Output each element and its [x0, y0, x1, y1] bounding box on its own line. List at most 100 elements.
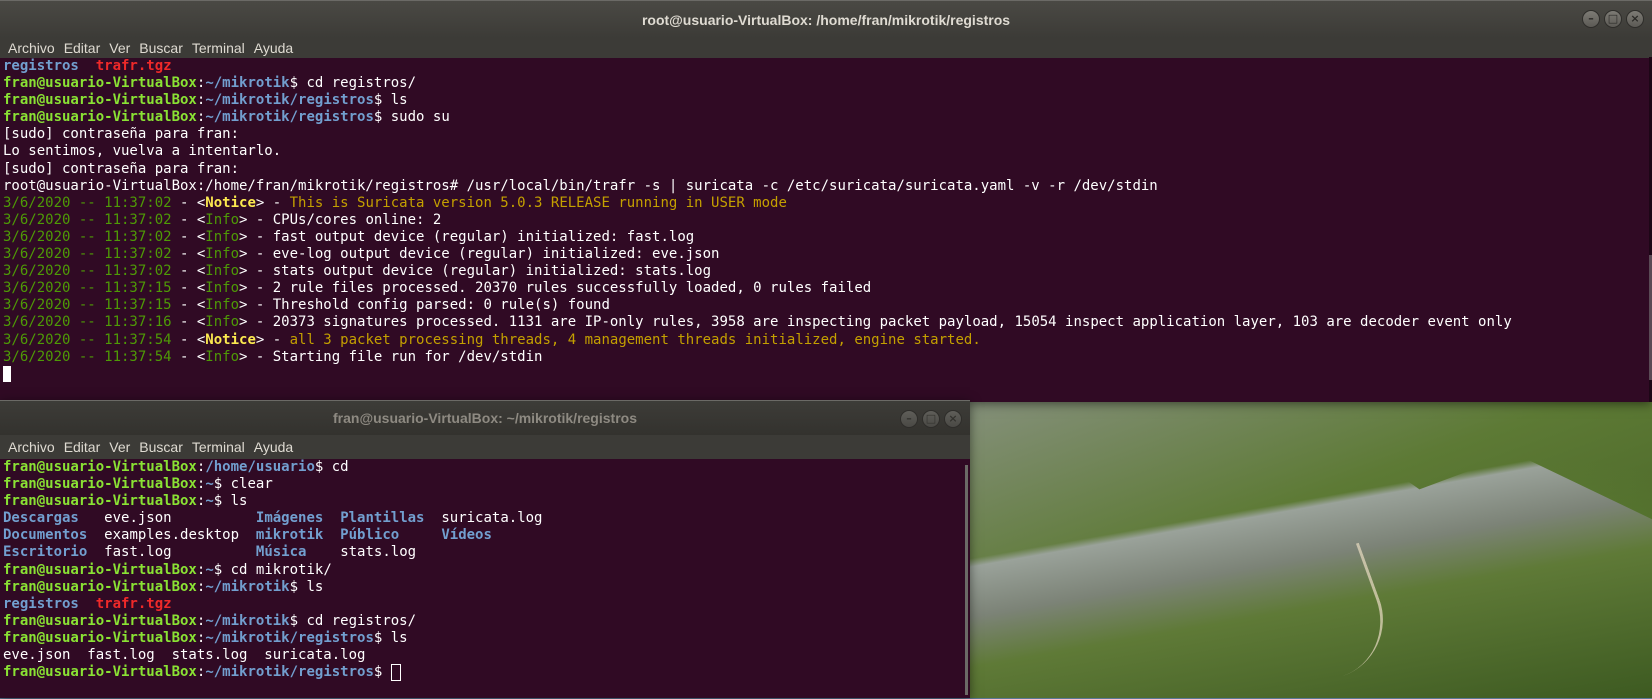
- terminal-window-root[interactable]: root@usuario-VirtualBox: /home/fran/mikr…: [0, 0, 1652, 402]
- log-level: Info: [205, 280, 240, 297]
- log-level: Notice: [205, 194, 256, 211]
- terminal-output[interactable]: fran@usuario-VirtualBox:/home/usuario$ c…: [0, 459, 970, 699]
- log-level: Info: [205, 211, 240, 228]
- prompt-user: fran@usuario-VirtualBox: [3, 493, 197, 510]
- file-entry: fast.log: [104, 544, 172, 561]
- directory-entry: registros: [3, 595, 79, 612]
- terminal-line: 3/6/2020 -- 11:37:16 - <Info> - 20373 si…: [3, 314, 1512, 331]
- menu-editar[interactable]: Editar: [64, 439, 107, 455]
- command-text: $ ls: [373, 629, 408, 646]
- log-timestamp: 3/6/2020 -- 11:37:02: [3, 263, 172, 280]
- log-timestamp: 3/6/2020 -- 11:37:54: [3, 348, 172, 365]
- menu-ver[interactable]: Ver: [109, 40, 136, 56]
- output-text: [sudo] contraseña para fran:: [3, 160, 240, 177]
- terminal-line: 3/6/2020 -- 11:37:02 - <Info> - eve-log …: [3, 246, 720, 263]
- close-button[interactable]: ×: [944, 410, 962, 428]
- terminal-line: Lo sentimos, vuelva a intentarlo.: [3, 143, 1649, 160]
- text-cursor: [390, 664, 401, 682]
- file-entry: stats.log: [340, 544, 417, 561]
- command-text: $ sudo su: [373, 109, 450, 126]
- directory-entry: Público: [340, 527, 400, 544]
- log-message: 2 rule files processed. 20370 rules succ…: [272, 280, 872, 297]
- directory-entry: mikrotik: [255, 527, 324, 544]
- menubar: Archivo Editar Ver Buscar Terminal Ayuda: [0, 38, 1652, 58]
- directory-entry: Imágenes: [255, 510, 324, 527]
- menu-buscar[interactable]: Buscar: [139, 439, 189, 455]
- menu-ver[interactable]: Ver: [109, 439, 136, 455]
- maximize-button[interactable]: □: [1604, 10, 1622, 28]
- archive-entry: trafr.tgz: [95, 58, 172, 74]
- log-level: Notice: [205, 331, 256, 348]
- prompt-path: ~: [205, 561, 214, 578]
- log-message: Threshold config parsed: 0 rule(s) found: [272, 297, 610, 314]
- file-entry: examples.desktop: [104, 527, 240, 544]
- command-text: $ cd registros/: [289, 612, 417, 629]
- minimize-button[interactable]: –: [1582, 10, 1600, 28]
- titlebar[interactable]: fran@usuario-VirtualBox: ~/mikrotik/regi…: [0, 400, 970, 435]
- log-timestamp: 3/6/2020 -- 11:37:02: [3, 228, 172, 245]
- directory-entry: Vídeos: [441, 527, 492, 544]
- maximize-button[interactable]: □: [922, 410, 940, 428]
- menu-terminal[interactable]: Terminal: [192, 439, 251, 455]
- titlebar[interactable]: root@usuario-VirtualBox: /home/fran/mikr…: [0, 0, 1652, 38]
- directory-entry: Música: [255, 544, 307, 561]
- terminal-line: fran@usuario-VirtualBox:~$ cd mikrotik/: [3, 561, 332, 578]
- menu-archivo[interactable]: Archivo: [8, 439, 61, 455]
- menu-terminal[interactable]: Terminal: [192, 40, 251, 56]
- prompt-user: fran@usuario-VirtualBox: [3, 75, 197, 92]
- menu-buscar[interactable]: Buscar: [139, 40, 189, 56]
- text-cursor: [3, 365, 11, 382]
- terminal-line: 3/6/2020 -- 11:37:02 - <Info> - CPUs/cor…: [3, 211, 442, 228]
- prompt-user: fran@usuario-VirtualBox: [3, 629, 197, 646]
- terminal-line: fran@usuario-VirtualBox:~/mikrotik$ ls: [3, 578, 324, 595]
- menu-ayuda[interactable]: Ayuda: [254, 439, 299, 455]
- terminal-line: 3/6/2020 -- 11:37:54 - <Info> - Starting…: [3, 348, 543, 365]
- command-text: $ cd: [314, 459, 349, 475]
- terminal-output[interactable]: registros trafr.tgz fran@usuario-VirtualB…: [0, 58, 1652, 403]
- prompt-user: fran@usuario-VirtualBox: [3, 664, 197, 681]
- prompt-user: fran@usuario-VirtualBox: [3, 578, 197, 595]
- log-message: 20373 signatures processed. 1131 are IP-…: [272, 314, 1512, 331]
- log-message: Starting file run for /dev/stdin: [272, 348, 543, 365]
- directory-entry: Escritorio: [3, 544, 88, 561]
- terminal-line: registros trafr.tgz: [3, 58, 1649, 75]
- prompt-path: ~/mikrotik: [205, 578, 290, 595]
- prompt-path: ~/mikrotik/registros: [205, 629, 374, 646]
- output-text: eve.json fast.log stats.log suricata.log: [3, 647, 366, 664]
- close-button[interactable]: ×: [1626, 10, 1644, 28]
- terminal-line: 3/6/2020 -- 11:37:02 - <Info> - stats ou…: [3, 263, 712, 280]
- menu-ayuda[interactable]: Ayuda: [254, 40, 299, 56]
- log-message: stats output device (regular) initialize…: [272, 263, 712, 280]
- prompt-path: ~/mikrotik/registros: [205, 664, 374, 681]
- output-text: root@usuario-VirtualBox:/home/fran/mikro…: [3, 177, 1158, 194]
- window-controls: – □ ×: [1582, 10, 1644, 28]
- terminal-line: eve.json fast.log stats.log suricata.log: [3, 647, 967, 664]
- minimize-button[interactable]: –: [900, 410, 918, 428]
- log-timestamp: 3/6/2020 -- 11:37:02: [3, 246, 172, 263]
- terminal-line: [sudo] contraseña para fran:: [3, 161, 1649, 178]
- log-timestamp: 3/6/2020 -- 11:37:02: [3, 211, 172, 228]
- terminal-window-user[interactable]: fran@usuario-VirtualBox: ~/mikrotik/regi…: [0, 400, 970, 698]
- log-message: CPUs/cores online: 2: [272, 211, 442, 228]
- prompt-path: ~/mikrotik: [205, 612, 290, 629]
- prompt-path: /home/usuario: [205, 459, 315, 475]
- command-text: $ ls: [289, 578, 324, 595]
- scrollbar[interactable]: [965, 465, 968, 695]
- window-title: fran@usuario-VirtualBox: ~/mikrotik/regi…: [333, 410, 637, 426]
- menu-editar[interactable]: Editar: [64, 40, 107, 56]
- prompt-user: fran@usuario-VirtualBox: [3, 459, 197, 475]
- prompt-path: ~/mikrotik: [205, 75, 290, 92]
- menu-archivo[interactable]: Archivo: [8, 40, 61, 56]
- file-entry: eve.json: [104, 510, 172, 527]
- prompt-user: fran@usuario-VirtualBox: [3, 92, 197, 109]
- terminal-line: [sudo] contraseña para fran:: [3, 126, 1649, 143]
- terminal-line: 3/6/2020 -- 11:37:15 - <Info> - 2 rule f…: [3, 280, 872, 297]
- command-text: $ clear: [213, 476, 273, 493]
- terminal-line: Escritorio fast.log Música stats.log: [3, 544, 967, 561]
- terminal-line: 3/6/2020 -- 11:37:15 - <Info> - Threshol…: [3, 297, 610, 314]
- prompt-user: fran@usuario-VirtualBox: [3, 109, 197, 126]
- directory-entry: Documentos: [3, 527, 88, 544]
- log-message: all 3 packet processing threads, 4 manag…: [289, 331, 981, 348]
- prompt-user: fran@usuario-VirtualBox: [3, 612, 197, 629]
- command-text: $ ls: [213, 493, 248, 510]
